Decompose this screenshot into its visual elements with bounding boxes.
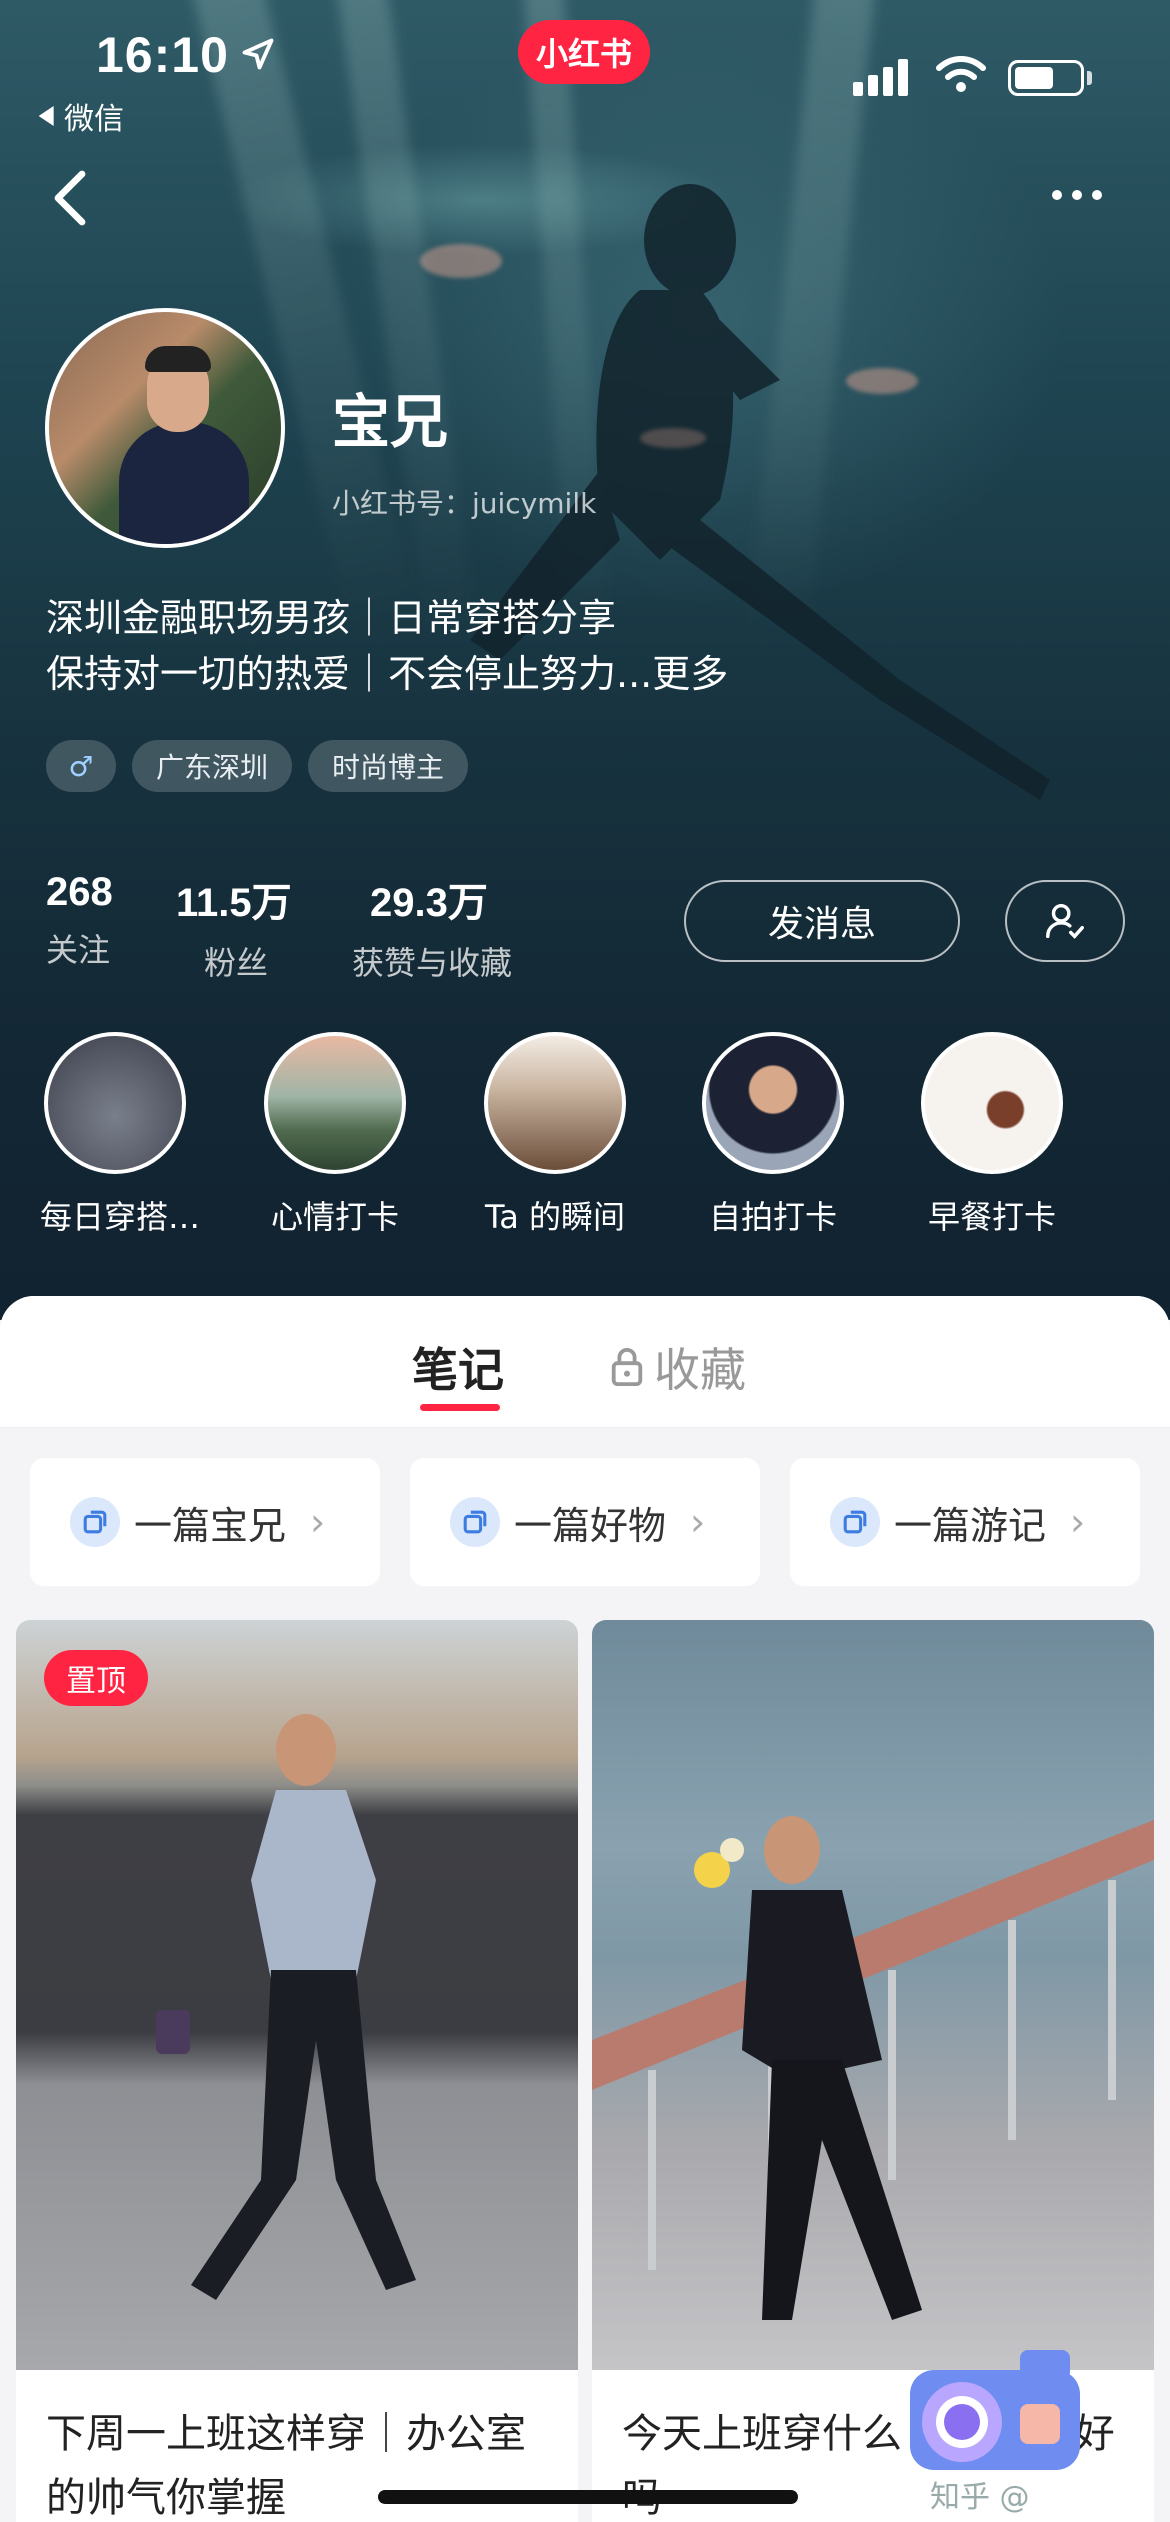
back-triangle-icon bbox=[38, 106, 54, 126]
bubble bbox=[846, 368, 918, 394]
stat-label: 获赞与收藏 bbox=[352, 944, 513, 982]
location-tag: 广东深圳 bbox=[132, 740, 293, 792]
highlight-label: 早餐打卡 bbox=[927, 1198, 1056, 1236]
collection-card[interactable]: 一篇游记 › bbox=[790, 1458, 1140, 1586]
stat-followers[interactable]: 11.5万 粉丝 bbox=[176, 870, 292, 984]
avatar[interactable] bbox=[45, 308, 285, 548]
gender-male-icon: ♂ bbox=[46, 740, 116, 792]
stat-label: 粉丝 bbox=[204, 944, 269, 982]
note-caption: 下周一上班这样穿｜办公室的帅气你掌握 bbox=[46, 2411, 526, 2521]
xiaohongshu-logo: 小红书 bbox=[518, 20, 650, 84]
bio-line: 深圳金融职场男孩｜日常穿搭分享 bbox=[46, 596, 617, 640]
bio-line: 保持对一切的热爱｜不会停止努力...更多 bbox=[46, 652, 729, 696]
collection-card[interactable]: 一篇宝兄 › bbox=[30, 1458, 380, 1586]
back-to-wechat[interactable]: 微信 bbox=[38, 94, 124, 138]
note-cover-image: 置顶 bbox=[16, 1620, 578, 2370]
more-options-icon[interactable] bbox=[1052, 190, 1102, 200]
collection-title: 一篇游记 bbox=[894, 1503, 1047, 1548]
back-chevron-icon[interactable] bbox=[50, 168, 90, 228]
profile-bio[interactable]: 深圳金融职场男孩｜日常穿搭分享 保持对一切的热爱｜不会停止努力...更多 bbox=[46, 590, 728, 702]
stat-value: 29.3万 bbox=[370, 881, 488, 925]
user-check-icon bbox=[1046, 903, 1084, 939]
highlight-label: 自拍打卡 bbox=[708, 1198, 837, 1236]
chevron-right-icon: › bbox=[690, 1500, 706, 1544]
highlight-moments[interactable]: Ta 的瞬间 bbox=[480, 1032, 630, 1238]
collection-card[interactable]: 一篇好物 › bbox=[410, 1458, 760, 1586]
chevron-right-icon: › bbox=[1070, 1500, 1086, 1544]
bubble bbox=[640, 428, 706, 448]
highlight-label: Ta 的瞬间 bbox=[484, 1198, 626, 1236]
lock-icon bbox=[611, 1347, 643, 1386]
profile-tags: ♂ 广东深圳 时尚博主 bbox=[46, 740, 469, 792]
highlight-cover bbox=[264, 1032, 406, 1174]
collection-title: 一篇宝兄 bbox=[134, 1503, 287, 1548]
status-bar: 16:10 微信 小红书 bbox=[0, 0, 1170, 137]
note-cover-image bbox=[592, 1620, 1154, 2370]
red-id: 小红书号：juicymilk bbox=[332, 487, 597, 520]
highlight-breakfast[interactable]: 早餐打卡 bbox=[917, 1032, 1067, 1238]
wifi-icon bbox=[936, 56, 986, 92]
highlight-cover bbox=[484, 1032, 626, 1174]
pinned-badge: 置顶 bbox=[44, 1650, 148, 1706]
home-indicator[interactable] bbox=[378, 2490, 798, 2504]
highlight-label: 每日穿搭… bbox=[40, 1198, 201, 1236]
location-arrow-icon bbox=[242, 38, 274, 70]
tab-notes[interactable]: 笔记 bbox=[412, 1334, 504, 1400]
highlight-selfie[interactable]: 自拍打卡 bbox=[698, 1032, 848, 1238]
profile-header: 16:10 微信 小红书 宝兄 小红书号：juicymilk 深圳金融职场男孩｜… bbox=[0, 0, 1170, 1320]
stat-label: 关注 bbox=[46, 931, 111, 969]
cellular-signal-icon bbox=[853, 59, 908, 96]
stat-value: 268 bbox=[46, 870, 113, 914]
clock: 16:10 bbox=[96, 27, 229, 83]
highlight-cover bbox=[44, 1032, 186, 1174]
tab-bar: 笔记 收藏 bbox=[0, 1296, 1170, 1428]
highlight-label: 心情打卡 bbox=[270, 1198, 399, 1236]
highlight-cover bbox=[921, 1032, 1063, 1174]
active-tab-indicator bbox=[420, 1404, 500, 1411]
stat-following[interactable]: 268 关注 bbox=[46, 870, 113, 971]
tab-favorites-label: 收藏 bbox=[654, 1343, 746, 1397]
role-tag: 时尚博主 bbox=[308, 740, 469, 792]
highlight-mood[interactable]: 心情打卡 bbox=[260, 1032, 410, 1238]
profile-name: 宝兄 bbox=[332, 388, 449, 456]
collection-icon bbox=[830, 1497, 880, 1547]
chevron-right-icon: › bbox=[310, 1500, 326, 1544]
bubble bbox=[420, 244, 502, 278]
stat-likes-collects[interactable]: 29.3万 获赞与收藏 bbox=[352, 870, 512, 984]
collection-icon bbox=[70, 1497, 120, 1547]
follow-button[interactable] bbox=[1005, 880, 1125, 962]
zhihu-watermark: 知乎 @ bbox=[930, 2480, 1030, 2515]
note-card[interactable]: 置顶 下周一上班这样穿｜办公室的帅气你掌握 bbox=[16, 1620, 578, 2522]
highlight-cover bbox=[702, 1032, 844, 1174]
camera-sticker-icon bbox=[910, 2350, 1080, 2470]
collection-icon bbox=[450, 1497, 500, 1547]
stat-value: 11.5万 bbox=[176, 881, 292, 925]
battery-tip bbox=[1087, 71, 1092, 85]
tab-favorites[interactable]: 收藏 bbox=[608, 1334, 746, 1400]
back-app-label: 微信 bbox=[64, 102, 124, 137]
collection-title: 一篇好物 bbox=[514, 1503, 667, 1548]
highlight-daily-outfit[interactable]: 每日穿搭… bbox=[40, 1032, 201, 1238]
battery-icon bbox=[1008, 60, 1084, 96]
send-message-button[interactable]: 发消息 bbox=[684, 880, 960, 962]
